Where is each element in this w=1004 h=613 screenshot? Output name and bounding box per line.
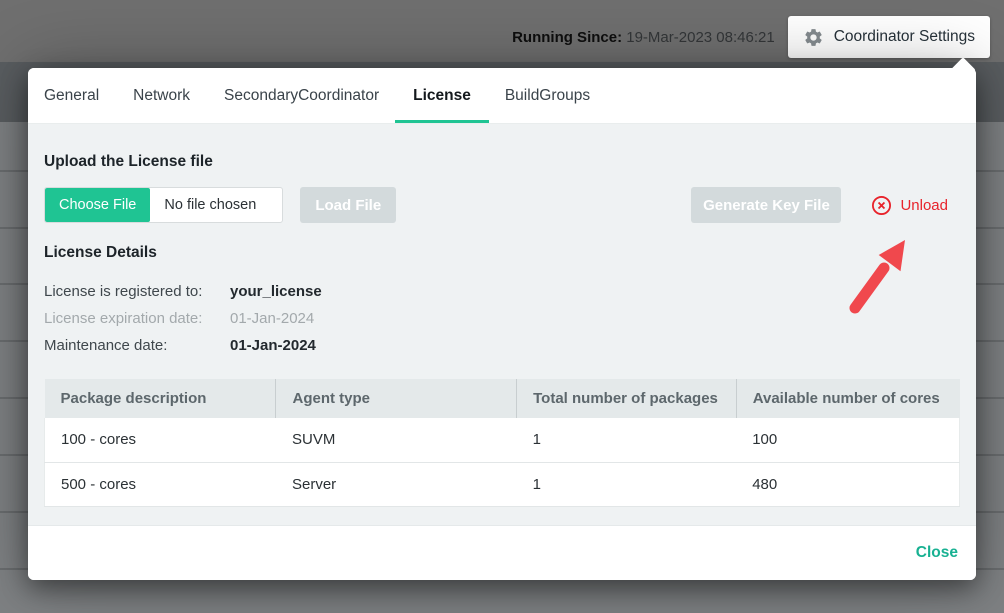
table-cell: 1 [517,462,737,506]
column-header-available-cores: Available number of cores [736,379,959,418]
table-header-row: Package description Agent type Total num… [45,379,960,418]
tab-general[interactable]: General [44,68,99,123]
file-chosen-text: No file chosen [150,188,282,222]
detail-row-maintenance-date: Maintenance date: 01-Jan-2024 [44,338,960,354]
table-cell: SUVM [276,418,517,462]
gear-icon [803,27,824,48]
table-cell: 500 - cores [45,462,276,506]
coordinator-settings-button[interactable]: Coordinator Settings [788,16,990,58]
tab-network[interactable]: Network [133,68,190,123]
detail-value: 01-Jan-2024 [230,311,314,327]
close-button[interactable]: Close [916,544,958,562]
license-tab-panel: Upload the License file Choose File No f… [28,124,976,525]
license-file-input[interactable]: Choose File No file chosen [44,187,283,223]
detail-label: License expiration date: [44,311,230,327]
choose-file-button[interactable]: Choose File [45,188,150,222]
coordinator-settings-dialog: General Network SecondaryCoordinator Lic… [28,68,976,580]
running-since-value: 19-Mar-2023 08:46:21 [626,29,774,46]
table-row: 500 - cores Server 1 480 [45,462,960,506]
detail-value: 01-Jan-2024 [230,338,316,354]
tab-bar: General Network SecondaryCoordinator Lic… [28,68,976,124]
tab-buildgroups[interactable]: BuildGroups [505,68,590,123]
dialog-footer: Close [28,525,976,580]
unload-button[interactable]: Unload [871,195,948,216]
detail-value: your_license [230,284,322,300]
running-since-label: Running Since: [512,29,622,46]
column-header-total-packages: Total number of packages [517,379,737,418]
running-since: Running Since: 19-Mar-2023 08:46:21 [512,29,775,46]
table-cell: Server [276,462,517,506]
tab-license[interactable]: License [413,68,471,123]
column-header-package-description: Package description [45,379,276,418]
detail-row-registered-to: License is registered to: your_license [44,284,960,300]
table-cell: 1 [517,418,737,462]
detail-label: Maintenance date: [44,338,230,354]
settings-button-label: Coordinator Settings [834,28,975,46]
upload-file-row: Choose File No file chosen Load File Gen… [44,187,960,223]
table-cell: 100 [736,418,959,462]
load-file-button[interactable]: Load File [300,187,396,223]
unload-label: Unload [900,197,948,214]
detail-row-expiration-date: License expiration date: 01-Jan-2024 [44,311,960,327]
screen: Running Since: 19-Mar-2023 08:46:21 Coor… [0,0,1004,613]
upload-section-heading: Upload the License file [44,124,960,171]
tab-secondarycoordinator[interactable]: SecondaryCoordinator [224,68,379,123]
license-details-heading: License Details [44,244,960,262]
table-row: 100 - cores SUVM 1 100 [45,418,960,462]
detail-label: License is registered to: [44,284,230,300]
table-cell: 100 - cores [45,418,276,462]
generate-key-file-button[interactable]: Generate Key File [691,187,841,223]
column-header-agent-type: Agent type [276,379,517,418]
topbar: Running Since: 19-Mar-2023 08:46:21 Coor… [0,0,1004,62]
circled-x-icon [871,195,892,216]
table-cell: 480 [736,462,959,506]
license-packages-table: Package description Agent type Total num… [44,379,960,507]
